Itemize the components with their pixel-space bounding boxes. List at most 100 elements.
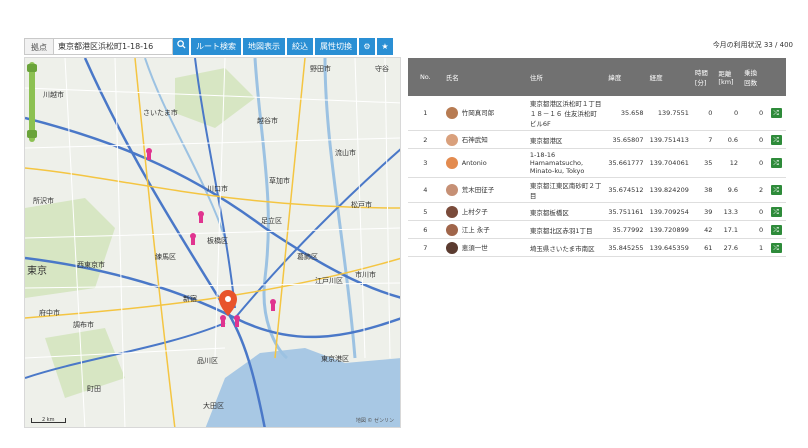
route-icon[interactable]: ⤮	[770, 206, 782, 217]
search-icon	[176, 40, 186, 49]
map-label: 野田市	[310, 65, 331, 73]
route-search-button[interactable]: ルート検索	[191, 38, 241, 55]
cell-action: ⤮	[766, 238, 786, 257]
cell-transfers: 0	[741, 202, 767, 221]
cell-lng: 139.709254	[646, 202, 692, 221]
map-label: 所沢市	[33, 197, 54, 205]
route-icon[interactable]: ⤮	[770, 108, 782, 118]
map-label: 流山市	[335, 149, 356, 157]
table-row[interactable]: 6 江上 永子 東京都北区赤羽1丁目 35.77992 139.720899 42 17.1…	[408, 220, 786, 239]
cell-lng: 139.704061	[646, 148, 692, 178]
col-lng: 経度	[646, 58, 692, 96]
table-row[interactable]: 5 上村夕子 東京都板橋区 35.751161 139.709254 39 13.3 0 ⤮	[408, 202, 786, 221]
map-label: 川口市	[207, 185, 228, 193]
table-row[interactable]: 7 恵須一世 埼玉県さいたま市南区 35.845255 139.645359 61 27.6…	[408, 238, 786, 257]
attribute-switch-button[interactable]: 属性切換	[315, 38, 357, 55]
route-icon[interactable]: ⤮	[770, 242, 782, 253]
cell-no: 2	[408, 130, 443, 149]
map-scale: 2 km	[31, 418, 66, 423]
cell-address: 東京都港区	[526, 130, 606, 149]
cell-distance: 12	[715, 148, 742, 178]
table-row[interactable]: 1 竹岡真司郎 東京都港区浜松町１丁目１８－１６ 住友浜松町ビル6F 35.658 13…	[408, 96, 786, 131]
person-name: 荒木田征子	[461, 186, 495, 194]
cell-transfers: 2	[741, 177, 767, 203]
cell-action: ⤮	[766, 202, 786, 221]
filter-button[interactable]: 絞込	[287, 38, 313, 55]
route-icon[interactable]: ⤮	[770, 158, 782, 168]
cell-address: 東京都江東区南砂町２丁目	[526, 177, 606, 203]
avatar	[445, 184, 458, 196]
address-input[interactable]	[53, 38, 173, 55]
favorite-button[interactable]: ★	[377, 38, 393, 55]
cell-name: Antonio	[442, 148, 527, 178]
cell-address: 東京都港区浜松町１丁目１８－１６ 住友浜松町ビル6F	[526, 96, 606, 131]
col-address: 住所	[526, 58, 606, 96]
map-label: 足立区	[261, 217, 282, 225]
map-label: 守谷	[375, 65, 389, 73]
map-label: 越谷市	[257, 117, 278, 125]
col-lat: 緯度	[605, 58, 647, 96]
cell-address: 東京都板橋区	[526, 202, 606, 221]
col-transfers: 乗換 回数	[741, 58, 767, 96]
base-label: 拠点	[24, 38, 53, 55]
cell-name: 恵須一世	[442, 238, 527, 257]
cell-lng: 139.751413	[646, 130, 692, 149]
map-label: 市川市	[355, 271, 376, 279]
cell-lat: 35.658	[605, 96, 647, 131]
avatar	[445, 205, 458, 218]
cell-name: 上村夕子	[442, 202, 527, 221]
cell-action: ⤮	[766, 130, 786, 149]
table-row[interactable]: 3 Antonio 1-18-16 Hamamatsucho, Minato-ku,…	[408, 148, 786, 178]
cell-transfers: 0	[741, 148, 767, 178]
person-name: 上村夕子	[461, 207, 488, 216]
cell-no: 7	[408, 238, 443, 257]
person-table: No. 氏名 住所 緯度 経度 時間 [分] 距離 [km] 乗換 回数 1 竹岡…	[408, 58, 786, 257]
cell-action: ⤮	[766, 148, 786, 178]
cell-transfers: 1	[741, 238, 767, 257]
cell-distance: 27.6	[715, 238, 742, 257]
cell-action: ⤮	[766, 220, 786, 239]
cell-lat: 35.751161	[605, 202, 647, 221]
cell-address: 東京都北区赤羽1丁目	[526, 220, 606, 239]
cell-time: 42	[691, 220, 716, 239]
avatar	[445, 241, 458, 254]
col-action	[766, 58, 786, 96]
person-name: 石神武知	[461, 135, 488, 144]
map-label: 府中市	[39, 309, 60, 317]
col-distance: 距離 [km]	[715, 58, 742, 96]
cell-lat: 35.661777	[605, 148, 647, 178]
route-icon[interactable]: ⤮	[770, 224, 782, 235]
route-icon[interactable]: ⤮	[770, 185, 782, 195]
map-label: 草加市	[269, 177, 290, 185]
col-time: 時間 [分]	[691, 58, 716, 96]
table-row[interactable]: 4 荒木田征子 東京都江東区南砂町２丁目 35.674512 139.824209 38 9…	[408, 177, 786, 203]
cell-no: 4	[408, 177, 443, 203]
route-icon[interactable]: ⤮	[770, 134, 782, 145]
cell-no: 3	[408, 148, 443, 178]
cell-time: 35	[691, 148, 716, 178]
cell-lat: 35.674512	[605, 177, 647, 203]
table-row[interactable]: 2 石神武知 東京都港区 35.65807 139.751413 7 0.6 0 ⤮	[408, 130, 786, 149]
cell-transfers: 0	[741, 130, 767, 149]
map-label: 板橋区	[207, 237, 228, 245]
cell-time: 0	[691, 96, 716, 131]
map-label: 新宿	[183, 295, 197, 303]
cell-distance: 9.6	[715, 177, 742, 203]
map-label: 調布市	[73, 321, 94, 329]
map-label: 練馬区	[155, 253, 176, 261]
cell-address: 埼玉県さいたま市南区	[526, 238, 606, 257]
map-view[interactable]: 野田市 守谷 川越市 さいたま市 越谷市 流山市 所沢市 川口市 草加市 松戸市…	[24, 57, 401, 428]
cell-lat: 35.845255	[605, 238, 647, 257]
usage-status: 今月の利用状況 33 / 400	[712, 41, 793, 49]
cell-lng: 139.824209	[646, 177, 692, 203]
settings-button[interactable]: ⚙	[359, 38, 375, 55]
search-button[interactable]	[173, 38, 189, 55]
map-display-button[interactable]: 地図表示	[243, 38, 285, 55]
avatar	[445, 157, 458, 169]
zoom-in-button[interactable]	[27, 64, 37, 72]
zoom-out-button[interactable]	[27, 130, 37, 138]
map-label: さいたま市	[143, 109, 178, 117]
cell-lng: 139.720899	[646, 220, 692, 239]
map-toolbar: 拠点 ルート検索 地図表示 絞込 属性切換 ⚙ ★	[24, 38, 393, 55]
cell-no: 6	[408, 220, 443, 239]
